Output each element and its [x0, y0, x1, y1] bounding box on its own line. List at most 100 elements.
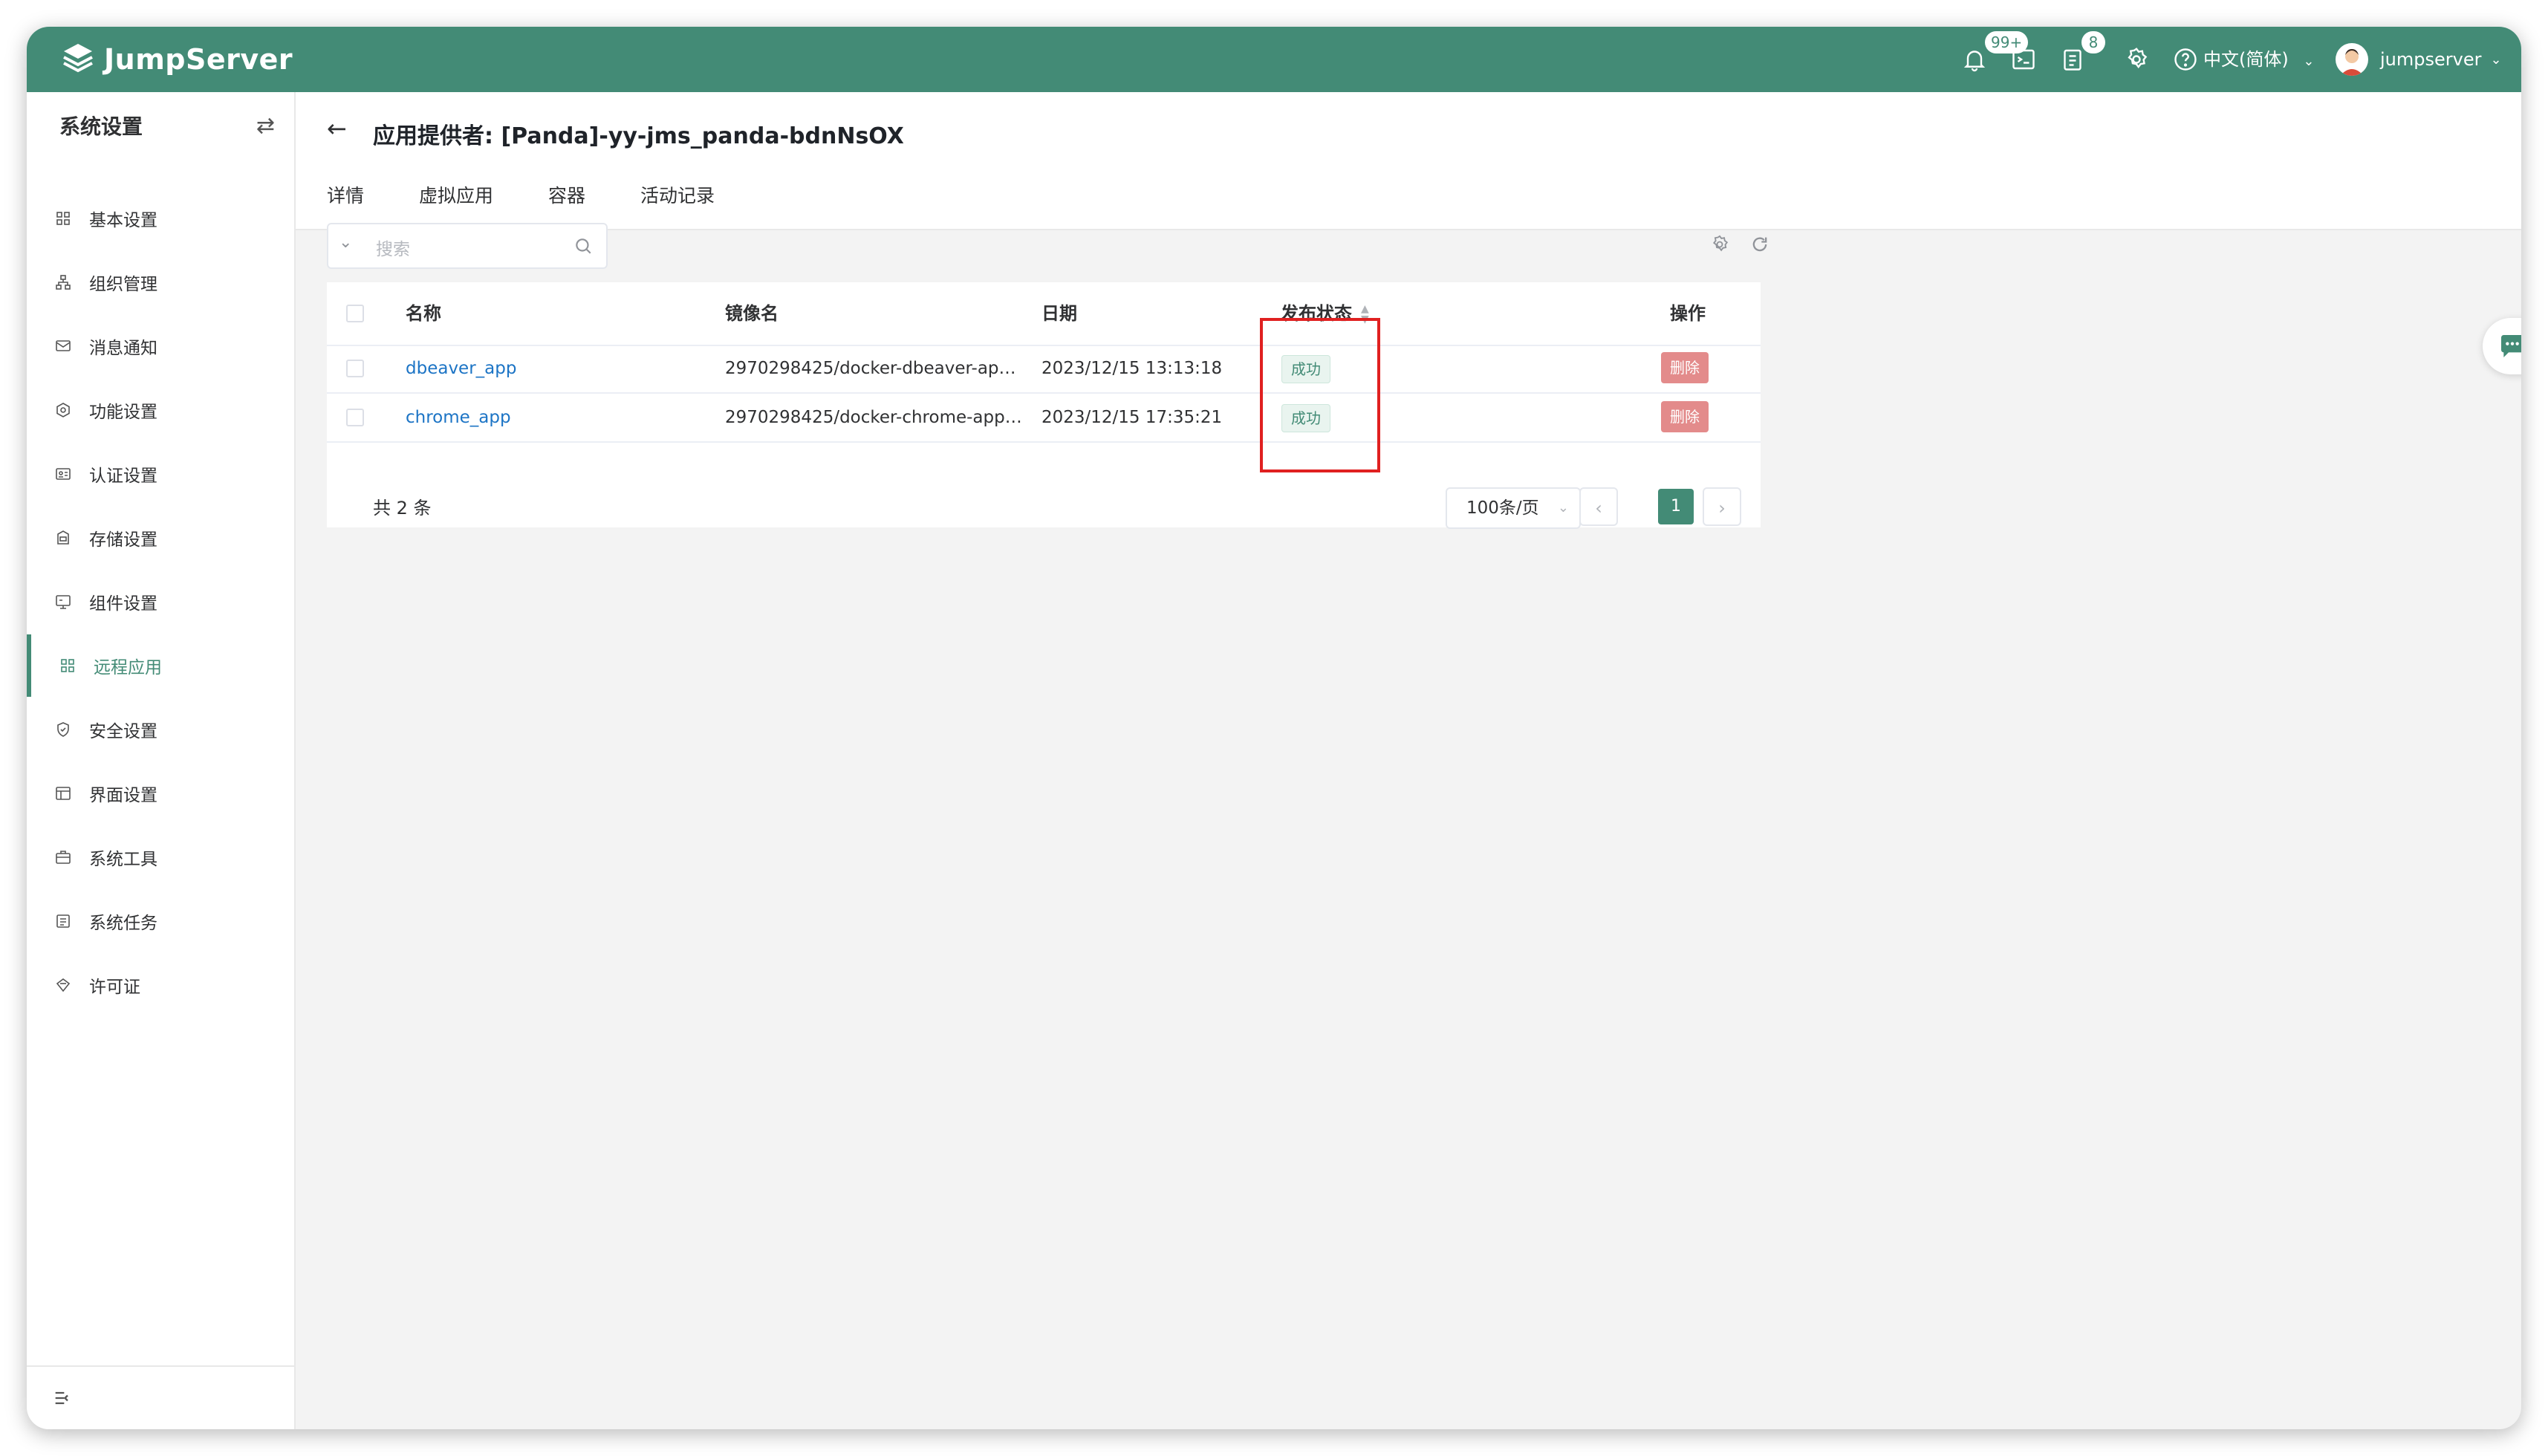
sidebar-item-remote-apps[interactable]: 远程应用 — [27, 634, 294, 697]
date-cell: 2023/12/15 17:35:21 — [1041, 408, 1223, 427]
sidebar-item-label: 功能设置 — [89, 403, 157, 422]
sidebar-item-label: 存储设置 — [89, 530, 157, 550]
sidebar-item-label: 许可证 — [89, 978, 140, 997]
help-button[interactable] — [2169, 43, 2202, 76]
app-window: JumpServer 99+ 8 中文(简体) ⌄ jumpserver ⌄ 系… — [27, 27, 2521, 1429]
chevron-down-icon[interactable]: ⌄ — [339, 233, 352, 252]
gear-icon — [1712, 235, 1729, 252]
sidebar-item-label: 界面设置 — [89, 786, 157, 805]
message-icon — [53, 337, 73, 356]
row-checkbox[interactable] — [346, 409, 364, 426]
bell-icon — [1963, 51, 1986, 72]
language-selector[interactable]: 中文(简体) ⌄ — [2203, 43, 2314, 76]
sidebar-item-basic-settings[interactable]: 基本设置 — [27, 196, 294, 241]
sidebar-item-security-settings[interactable]: 安全设置 — [27, 707, 294, 752]
page-size-label: 100条/页 — [1466, 498, 1539, 518]
avatar — [2336, 43, 2368, 76]
sidebar-item-label: 安全设置 — [89, 722, 157, 741]
tab-details[interactable]: 详情 — [327, 181, 364, 229]
search-icon[interactable] — [573, 236, 593, 256]
back-arrow-icon[interactable]: ← — [327, 114, 347, 143]
column-header-date[interactable]: 日期 — [1041, 282, 1077, 345]
refresh-icon — [1752, 237, 1767, 252]
chevron-down-icon: ⌄ — [2490, 51, 2502, 68]
chat-assistant-button[interactable] — [2483, 318, 2521, 374]
switch-view-icon[interactable]: ⇄ — [256, 113, 275, 139]
table-row: chrome_app 2970298425/docker-chrome-app:… — [327, 394, 1761, 443]
clipboard-icon — [2064, 49, 2081, 71]
total-count: 共 2 条 — [373, 498, 432, 519]
org-icon — [53, 273, 73, 292]
sidebar-item-component-settings[interactable]: 组件设置 — [27, 579, 294, 624]
column-header-image[interactable]: 镜像名 — [725, 282, 779, 345]
id-card-icon — [53, 464, 73, 484]
sidebar-item-label: 基本设置 — [89, 211, 157, 230]
app-name-link[interactable]: dbeaver_app — [406, 345, 516, 392]
delete-button[interactable]: 删除 — [1661, 401, 1709, 432]
delete-button[interactable]: 删除 — [1661, 352, 1709, 383]
top-navbar: JumpServer 99+ 8 中文(简体) ⌄ jumpserver ⌄ — [27, 27, 2521, 92]
tab-containers[interactable]: 容器 — [548, 181, 585, 229]
tab-activity-log[interactable]: 活动记录 — [640, 181, 715, 229]
sidebar-item-notifications[interactable]: 消息通知 — [27, 324, 294, 368]
web-terminal-button[interactable] — [2007, 43, 2040, 76]
brand-logo[interactable]: JumpServer — [59, 39, 293, 80]
feature-icon — [53, 400, 73, 420]
brand-name: JumpServer — [104, 43, 293, 76]
highlight-box — [1260, 318, 1380, 472]
grid-icon — [53, 209, 73, 228]
storage-icon — [53, 528, 73, 547]
chevron-down-icon: ⌄ — [2303, 53, 2315, 69]
next-page-button[interactable]: › — [1703, 487, 1741, 526]
sidebar-item-storage-settings[interactable]: 存储设置 — [27, 516, 294, 560]
sidebar-item-auth-settings[interactable]: 认证设置 — [27, 452, 294, 496]
page-number-current[interactable]: 1 — [1658, 489, 1694, 524]
sidebar-item-interface-settings[interactable]: 界面设置 — [27, 771, 294, 816]
tab-bar: 详情 虚拟应用 容器 活动记录 — [327, 181, 770, 229]
page-size-select[interactable]: 100条/页 ⌄ — [1446, 487, 1581, 529]
shield-icon — [53, 720, 73, 739]
row-checkbox[interactable] — [346, 360, 364, 377]
settings-button[interactable] — [2120, 43, 2153, 76]
page-header: ← 应用提供者: [Panda]-yy-jms_panda-bdnNsOX 详情… — [296, 92, 2521, 230]
prev-page-button[interactable]: ‹ — [1579, 487, 1618, 526]
sidebar-item-org-management[interactable]: 组织管理 — [27, 260, 294, 305]
page-title: 应用提供者: [Panda]-yy-jms_panda-bdnNsOX — [373, 123, 904, 149]
table-settings-button[interactable] — [1707, 232, 1732, 257]
license-icon — [53, 975, 73, 995]
sidebar-item-label: 系统任务 — [89, 914, 157, 933]
sidebar-item-feature-settings[interactable]: 功能设置 — [27, 388, 294, 432]
select-all-checkbox[interactable] — [346, 305, 364, 322]
chevron-down-icon: ⌄ — [1557, 500, 1569, 516]
column-header-name[interactable]: 名称 — [406, 282, 441, 345]
sidebar-footer — [27, 1365, 294, 1429]
layout-icon — [53, 784, 73, 803]
gear-icon — [2128, 48, 2148, 69]
sidebar-header: 系统设置 ⇄ — [59, 92, 282, 159]
apps-icon — [58, 656, 77, 675]
help-icon — [2174, 48, 2197, 71]
image-name: 2970298425/docker-dbeaver-app:... — [725, 359, 1022, 378]
refresh-button[interactable] — [1747, 232, 1772, 257]
sidebar-item-label: 远程应用 — [94, 658, 162, 677]
sidebar: 系统设置 ⇄ 基本设置 组织管理 消息通知 功能设置 认证设置 存储设置 组件设… — [27, 92, 296, 1429]
language-label: 中文(简体) — [2203, 49, 2289, 70]
sidebar-item-system-tasks[interactable]: 系统任务 — [27, 899, 294, 943]
chat-icon — [2501, 335, 2521, 357]
user-menu[interactable]: jumpserver ⌄ — [2336, 40, 2502, 79]
sidebar-item-license[interactable]: 许可证 — [27, 963, 294, 1007]
sidebar-item-system-tools[interactable]: 系统工具 — [27, 835, 294, 880]
column-header-actions: 操作 — [1670, 303, 1706, 324]
task-badge: 8 — [2081, 31, 2105, 53]
sidebar-item-label: 组织管理 — [89, 275, 157, 294]
jumpserver-logo-icon — [63, 44, 93, 73]
search-box[interactable]: ⌄ 搜索 — [327, 223, 608, 269]
sidebar-title: 系统设置 — [59, 114, 143, 139]
tab-virtual-apps[interactable]: 虚拟应用 — [419, 181, 494, 229]
collapse-sidebar-icon[interactable] — [52, 1388, 73, 1408]
table-row: dbeaver_app 2970298425/docker-dbeaver-ap… — [327, 345, 1761, 394]
app-name-link[interactable]: chrome_app — [406, 394, 511, 441]
tasks-icon — [53, 911, 73, 931]
sidebar-item-label: 系统工具 — [89, 850, 157, 869]
search-input[interactable]: 搜索 — [376, 235, 410, 260]
